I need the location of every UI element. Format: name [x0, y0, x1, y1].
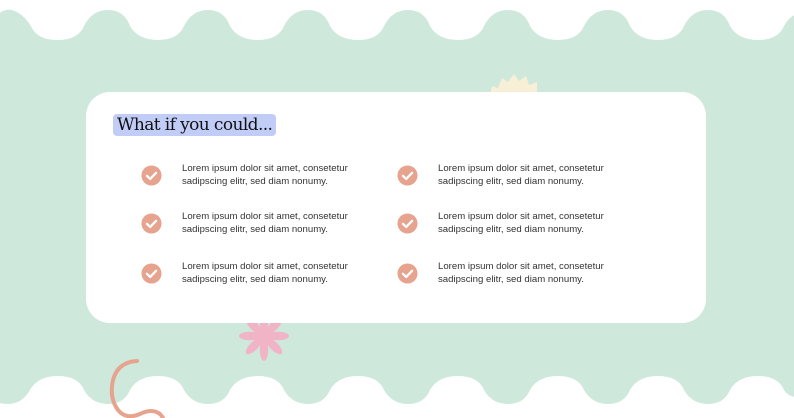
card-title: What if you could... [113, 114, 277, 136]
list-item: Lorem ipsum dolor sit amet, consetetur s… [141, 260, 381, 294]
check-circle-icon [397, 263, 418, 284]
content-card: What if you could... Lorem ipsum dolor s… [86, 92, 706, 323]
check-circle-icon [141, 213, 162, 234]
list-item: Lorem ipsum dolor sit amet, consetetur s… [397, 162, 637, 196]
list-item: Lorem ipsum dolor sit amet, consetetur s… [397, 260, 637, 294]
list-item: Lorem ipsum dolor sit amet, consetetur s… [141, 210, 381, 244]
list-item: Lorem ipsum dolor sit amet, consetetur s… [397, 210, 637, 244]
check-circle-icon [397, 165, 418, 186]
list-item: Lorem ipsum dolor sit amet, consetetur s… [141, 162, 381, 196]
list-item-text: Lorem ipsum dolor sit amet, consetetur s… [182, 261, 348, 285]
list-item-text: Lorem ipsum dolor sit amet, consetetur s… [438, 163, 604, 187]
list-item-text: Lorem ipsum dolor sit amet, consetetur s… [182, 163, 348, 187]
check-circle-icon [397, 213, 418, 234]
list-item-text: Lorem ipsum dolor sit amet, consetetur s… [182, 211, 348, 235]
check-circle-icon [141, 165, 162, 186]
list-item-text: Lorem ipsum dolor sit amet, consetetur s… [438, 261, 604, 285]
list-item-text: Lorem ipsum dolor sit amet, consetetur s… [438, 211, 604, 235]
check-circle-icon [141, 263, 162, 284]
title-wrap: What if you could... [113, 114, 277, 136]
